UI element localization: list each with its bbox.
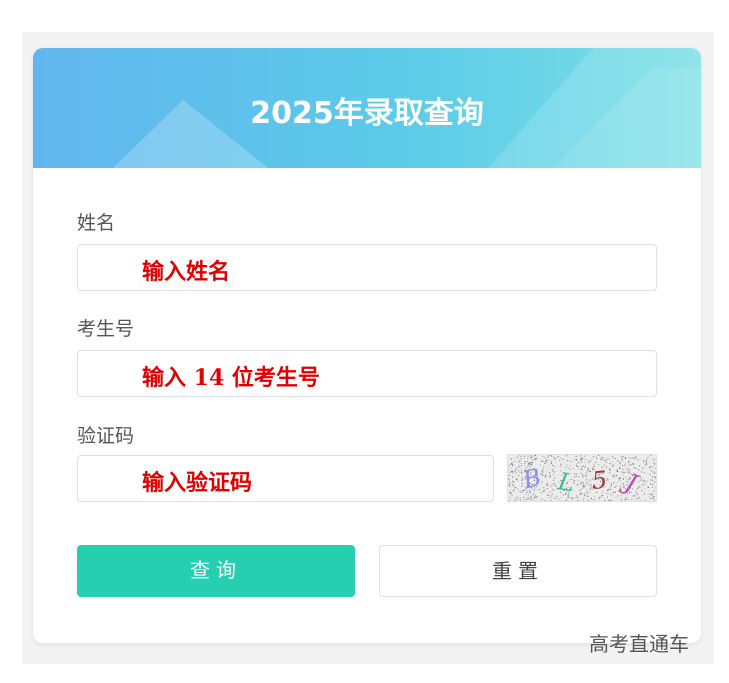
name-input[interactable]: 输入姓名: [77, 244, 657, 291]
watermark-text: 高考直通车: [589, 632, 689, 656]
exam-number-input[interactable]: 输入 14 位考生号: [77, 350, 657, 397]
exam-number-label: 考生号: [77, 318, 135, 340]
captcha-label: 验证码: [77, 425, 135, 447]
header-banner: 2025年录取查询: [33, 48, 701, 168]
captcha-placeholder: 输入验证码: [142, 470, 253, 496]
query-button[interactable]: 查询: [77, 545, 355, 597]
captcha-char: 5: [591, 466, 609, 495]
query-card: 2025年录取查询 姓名 输入姓名 考生号 输入 14 位考生号 验证码 输入验…: [33, 48, 701, 643]
captcha-char: B: [519, 463, 544, 495]
reset-button[interactable]: 重置: [379, 545, 657, 597]
name-label: 姓名: [77, 212, 116, 234]
captcha-noise: BL5J: [508, 455, 656, 501]
captcha-image[interactable]: BL5J: [507, 454, 657, 502]
name-placeholder: 输入姓名: [142, 259, 231, 285]
captcha-char: L: [555, 467, 577, 498]
exam-number-placeholder: 输入 14 位考生号: [142, 365, 320, 391]
captcha-input[interactable]: 输入验证码: [77, 455, 494, 502]
page-title: 2025年录取查询: [250, 96, 484, 131]
